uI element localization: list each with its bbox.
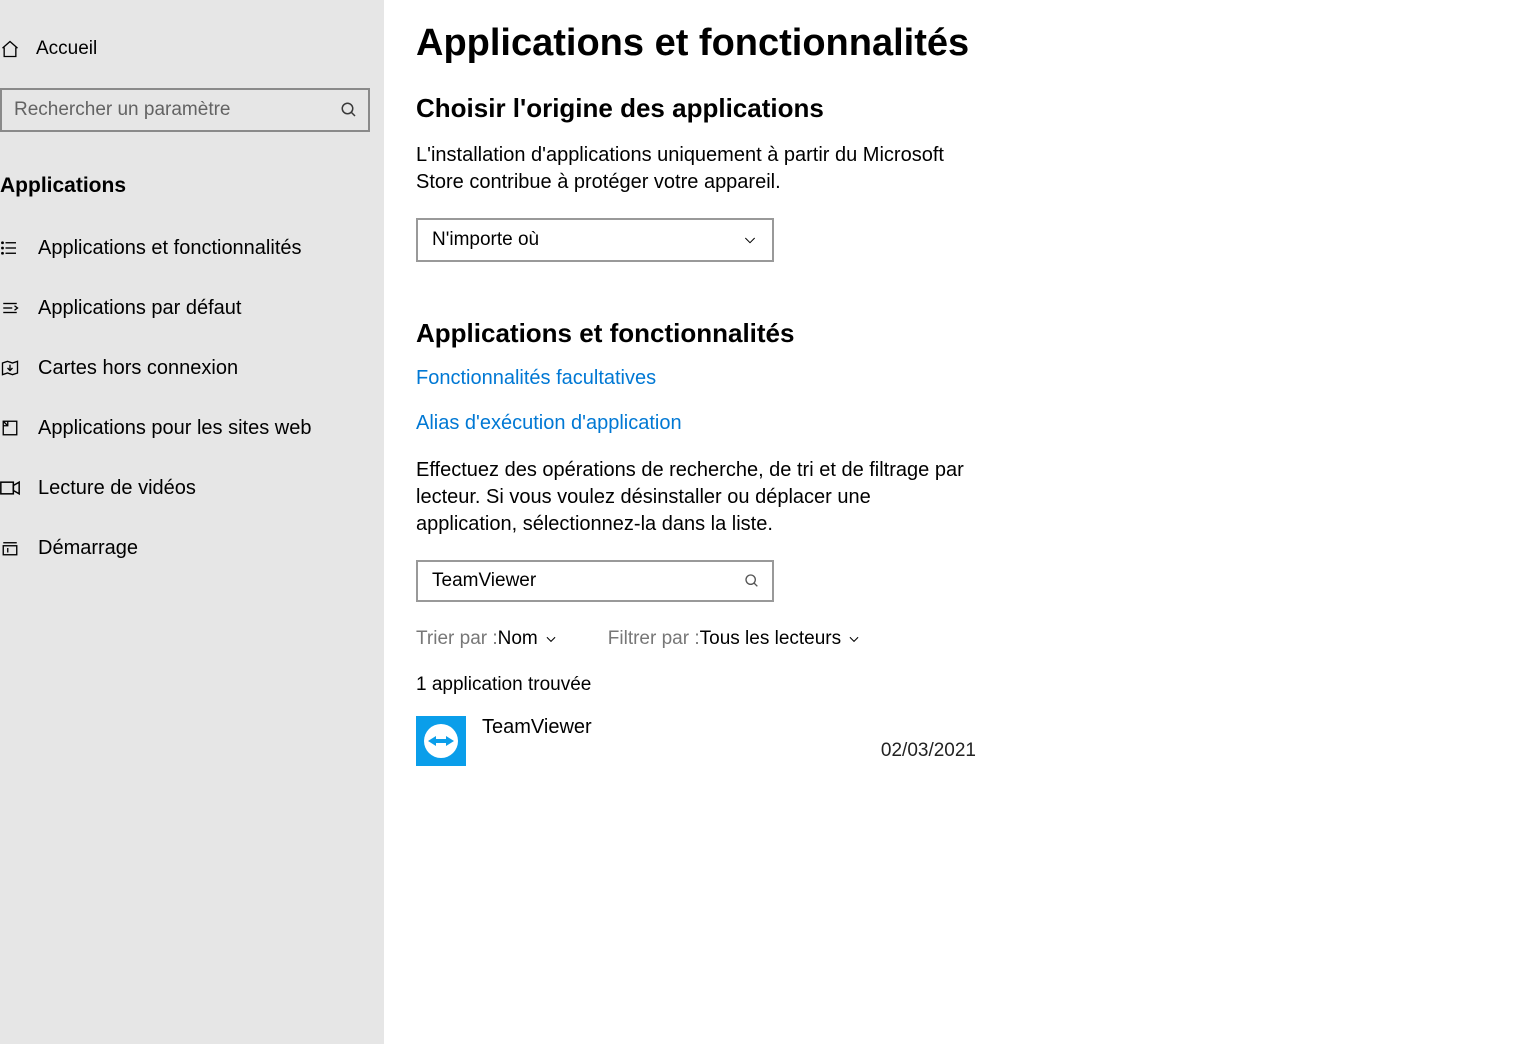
- nav-label: Applications pour les sites web: [38, 417, 311, 440]
- main-content: Applications et fonctionnalités Choisir …: [384, 0, 1536, 1044]
- app-date: 02/03/2021: [881, 740, 976, 762]
- nav-label: Applications et fonctionnalités: [38, 237, 302, 260]
- sidebar-search-input[interactable]: [0, 88, 370, 132]
- home-nav[interactable]: Accueil: [0, 30, 384, 68]
- nav-video-playback[interactable]: Lecture de vidéos: [0, 458, 384, 518]
- chevron-down-icon: [742, 232, 758, 248]
- nav-offline-maps[interactable]: Cartes hors connexion: [0, 338, 384, 398]
- apps-heading: Applications et fonctionnalités: [416, 318, 1496, 349]
- sort-label: Trier par :: [416, 628, 498, 650]
- startup-icon: [0, 539, 20, 557]
- sort-filter-row: Trier par : Nom Filtrer par : Tous les l…: [416, 628, 1496, 650]
- filter-label: Filtrer par :: [608, 628, 700, 650]
- apps-text: Effectuez des opérations de recherche, d…: [416, 457, 976, 538]
- chevron-down-icon: [847, 632, 861, 646]
- origin-dropdown[interactable]: N'importe où: [416, 218, 774, 262]
- origin-heading: Choisir l'origine des applications: [416, 93, 1496, 124]
- result-count: 1 application trouvée: [416, 674, 1496, 696]
- video-icon: [0, 480, 20, 496]
- exec-alias-link[interactable]: Alias d'exécution d'application: [416, 412, 1496, 435]
- sort-value: Nom: [498, 628, 538, 650]
- defaults-icon: [0, 299, 20, 317]
- apps-search-input[interactable]: [416, 560, 774, 602]
- filter-by[interactable]: Filtrer par : Tous les lecteurs: [608, 628, 861, 650]
- teamviewer-icon: [416, 716, 466, 766]
- sidebar: Accueil Applications Applications et fon…: [0, 0, 384, 1044]
- nav-default-apps[interactable]: Applications par défaut: [0, 278, 384, 338]
- app-name: TeamViewer: [482, 716, 592, 739]
- apps-search: [416, 560, 774, 602]
- app-row-teamviewer[interactable]: TeamViewer 02/03/2021: [416, 716, 976, 766]
- nav-apps-websites[interactable]: Applications pour les sites web: [0, 398, 384, 458]
- origin-text: L'installation d'applications uniquement…: [416, 142, 976, 196]
- nav-label: Applications par défaut: [38, 297, 241, 320]
- home-label: Accueil: [36, 38, 97, 60]
- page-title: Applications et fonctionnalités: [416, 22, 1496, 65]
- nav-apps-features[interactable]: Applications et fonctionnalités: [0, 218, 384, 278]
- nav-label: Lecture de vidéos: [38, 477, 196, 500]
- open-external-icon: [0, 419, 20, 437]
- search-icon: [340, 101, 358, 119]
- origin-dropdown-value: N'importe où: [432, 229, 539, 251]
- sidebar-section-title: Applications: [0, 174, 384, 198]
- optional-features-link[interactable]: Fonctionnalités facultatives: [416, 367, 1496, 390]
- home-icon: [0, 39, 20, 59]
- map-download-icon: [0, 358, 20, 378]
- nav-label: Démarrage: [38, 537, 138, 560]
- sidebar-search: [0, 88, 370, 132]
- search-icon: [744, 573, 760, 589]
- chevron-down-icon: [544, 632, 558, 646]
- nav-startup[interactable]: Démarrage: [0, 518, 384, 578]
- filter-value: Tous les lecteurs: [700, 628, 842, 650]
- nav-label: Cartes hors connexion: [38, 357, 238, 380]
- sort-by[interactable]: Trier par : Nom: [416, 628, 558, 650]
- list-icon: [0, 239, 20, 257]
